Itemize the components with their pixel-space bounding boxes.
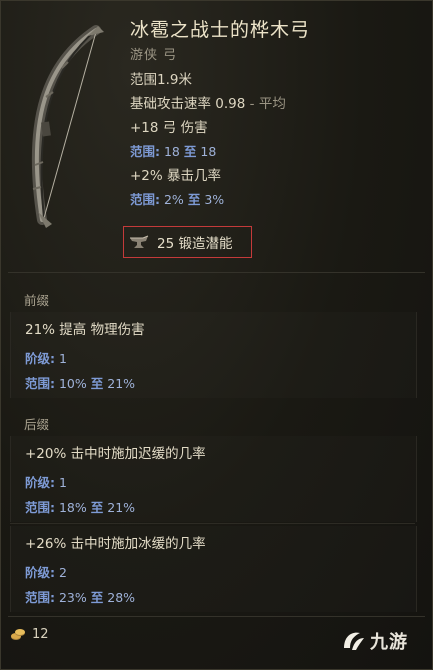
tier-value: 1 [58, 351, 67, 366]
stat-line-attack-speed: 基础攻击速率 0.98 - 平均 [130, 92, 420, 116]
range-label: 范围: [130, 192, 160, 207]
item-stats: 范围1.9米 基础攻击速率 0.98 - 平均 +18 弓 伤害 范围: 18 … [130, 68, 420, 212]
stat-range-bow-damage: 范围: 18 至 18 [130, 140, 420, 164]
prefix-section-label: 前缀 [24, 293, 50, 308]
range-from: 23% [58, 590, 87, 605]
affix-range: 范围: 23% 至 28% [25, 587, 135, 606]
forging-potential-text: 25 锻造潜能 [157, 236, 233, 252]
forging-potential: 25 锻造潜能 [123, 226, 252, 258]
range-label: 范围: [25, 590, 55, 605]
affix-tier: 阶级: 2 [25, 562, 67, 581]
affix-range: 范围: 10% 至 21% [25, 373, 135, 392]
affix-tier: 阶级: 1 [25, 348, 67, 367]
jiuyou-logo-icon [344, 632, 364, 650]
range-to: 3% [204, 192, 225, 207]
affix-title: 21% 提高 物理伤害 [25, 322, 145, 338]
coin-icon [11, 629, 25, 640]
item-title: 冰雹之战士的桦木弓 [130, 19, 311, 41]
tooltip-header: 冰雹之战士的桦木弓 游侠 弓 范围1.9米 基础攻击速率 0.98 - 平均 +… [0, 0, 433, 270]
tooltip-footer: 12 [10, 626, 49, 642]
watermark: 九游 [340, 628, 408, 654]
footer-divider [8, 616, 425, 617]
watermark-text: 九游 [370, 632, 408, 653]
range-to: 21% [107, 376, 136, 391]
affix-title: +26% 击中时施加冰缓的几率 [25, 536, 206, 552]
suffix-affix-1: +20% 击中时施加迟缓的几率 阶级: 1 范围: 18% 至 21% [10, 436, 417, 522]
suffix-affix-2: +26% 击中时施加冰缓的几率 阶级: 2 范围: 23% 至 28% [10, 526, 417, 612]
range-to-word: 至 [183, 144, 197, 159]
range-from: 2% [163, 192, 184, 207]
anvil-icon [130, 235, 149, 248]
range-to: 21% [107, 500, 136, 515]
range-to: 18 [200, 144, 217, 159]
range-to-word: 至 [90, 590, 104, 605]
range-from: 10% [58, 376, 87, 391]
stat-range-crit-chance: 范围: 2% 至 3% [130, 188, 420, 212]
stat-line-bow-damage: +18 弓 伤害 [130, 120, 208, 136]
tier-label: 阶级: [25, 475, 55, 490]
tier-value: 2 [58, 565, 67, 580]
stat-line-crit-chance: +2% 暴击几率 [130, 168, 222, 184]
attack-speed-value: 基础攻击速率 0.98 [130, 96, 246, 112]
range-label: 范围: [25, 500, 55, 515]
affix-title: +20% 击中时施加迟缓的几率 [25, 446, 206, 462]
range-to-word: 至 [90, 376, 104, 391]
tier-label: 阶级: [25, 351, 55, 366]
range-label: 范围: [130, 144, 160, 159]
attack-speed-rating: - 平均 [245, 96, 286, 112]
prefix-affix-1: 21% 提高 物理伤害 阶级: 1 范围: 10% 至 21% [10, 312, 417, 398]
range-to-word: 至 [90, 500, 104, 515]
affix-range: 范围: 18% 至 21% [25, 497, 135, 516]
range-to-word: 至 [187, 192, 201, 207]
range-from: 18% [58, 500, 87, 515]
affix-divider [10, 523, 415, 524]
tier-value: 1 [58, 475, 67, 490]
stat-line-range: 范围1.9米 [130, 72, 192, 88]
affix-tier: 阶级: 1 [25, 472, 67, 491]
range-to: 28% [107, 590, 136, 605]
item-subtitle: 游侠 弓 [130, 48, 178, 63]
suffix-section-label: 后缀 [24, 417, 50, 432]
header-divider [8, 272, 425, 273]
bow-icon [31, 25, 104, 228]
range-label: 范围: [25, 376, 55, 391]
tier-label: 阶级: [25, 565, 55, 580]
range-from: 18 [163, 144, 180, 159]
coin-count: 12 [32, 626, 49, 642]
